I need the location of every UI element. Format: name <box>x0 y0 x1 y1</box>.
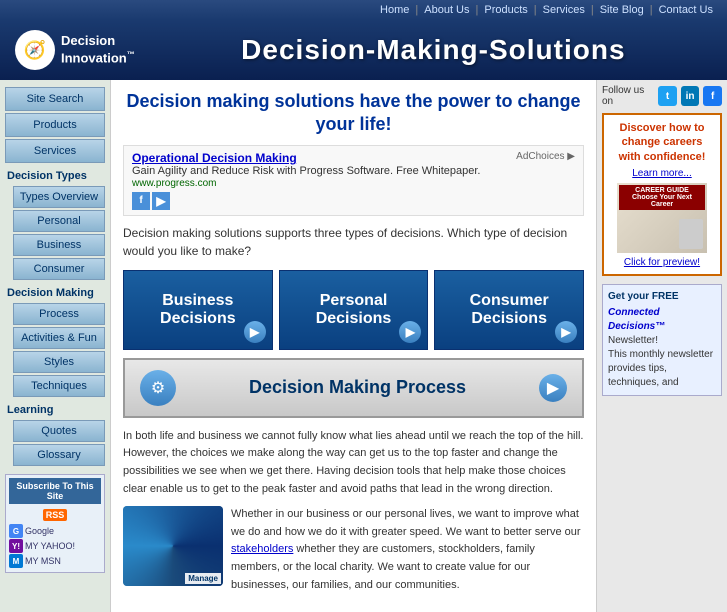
business-decisions-label: BusinessDecisions <box>160 292 236 328</box>
feed-google[interactable]: G Google <box>9 524 101 538</box>
newsletter-brand: Connected Decisions™ <box>608 307 665 332</box>
main-layout: Site Search Products Services Decision T… <box>0 80 727 612</box>
yahoo-icon: Y! <box>9 539 23 553</box>
ad-card-learn-more[interactable]: Learn more... <box>632 168 691 179</box>
header: 🧭 Decision Innovation™ Decision-Making-S… <box>0 20 727 80</box>
personal-decisions-label: PersonalDecisions <box>316 292 392 328</box>
top-nav: Home | About Us | Products | Services | … <box>0 0 727 20</box>
frame-label: Manage <box>185 573 221 584</box>
ad-card: Discover how to change careers with conf… <box>602 113 722 276</box>
nav-about[interactable]: About Us <box>424 4 469 16</box>
ad-arrow-icon[interactable]: ▶ <box>152 192 170 210</box>
ad-facebook-icon[interactable]: f <box>132 192 150 210</box>
process-arrow-icon: ▶ <box>539 374 567 402</box>
consumer-arrow-icon: ▶ <box>555 321 577 343</box>
book-title-label: CAREER GUIDEChoose Your Next Career <box>619 185 705 210</box>
sidebar-link-personal[interactable]: Personal <box>13 210 105 232</box>
sidebar-link-business[interactable]: Business <box>13 234 105 256</box>
newsletter-label: Newsletter! <box>608 335 658 346</box>
consumer-decisions-box[interactable]: ConsumerDecisions ▶ <box>434 270 584 350</box>
nav-home[interactable]: Home <box>380 4 409 16</box>
book-figure <box>679 219 703 249</box>
newsletter-get-free: Get your FREE <box>608 290 716 304</box>
ad-card-preview-link[interactable]: Click for preview! <box>624 257 700 268</box>
bottom-frame: Manage Whether in our business or our pe… <box>123 506 584 602</box>
main-heading: Decision making solutions have the power… <box>123 90 584 137</box>
ad-area: AdChoices ▶ Operational Decision Making … <box>123 145 584 216</box>
process-button[interactable]: ⚙ Decision Making Process ▶ <box>123 358 584 418</box>
newsletter-desc: This monthly newsletter provides tips, t… <box>608 348 716 390</box>
business-decisions-box[interactable]: BusinessDecisions ▶ <box>123 270 273 350</box>
personal-decisions-box[interactable]: PersonalDecisions ▶ <box>279 270 429 350</box>
nav-blog[interactable]: Site Blog <box>600 4 644 16</box>
learning-heading: Learning <box>5 399 105 418</box>
subscribe-label: Subscribe To This Site <box>9 478 101 504</box>
sidebar-link-site-search[interactable]: Site Search <box>5 87 105 111</box>
rss-links: RSS G Google Y! MY YAHOO! M MY MSN <box>9 508 101 568</box>
right-sidebar: Follow us on t in f Discover how to chan… <box>597 80 727 612</box>
ad-card-title: Discover how to change careers with conf… <box>610 121 714 164</box>
sidebar-link-techniques[interactable]: Techniques <box>13 375 105 397</box>
ad-icons: f ▶ <box>132 192 575 210</box>
sidebar-link-quotes[interactable]: Quotes <box>13 420 105 442</box>
sidebar-link-products[interactable]: Products <box>5 113 105 137</box>
frame-image: Manage <box>123 506 223 586</box>
decision-making-heading: Decision Making <box>5 282 105 301</box>
ad-card-image: CAREER GUIDEChoose Your Next Career <box>617 183 707 253</box>
feed-yahoo[interactable]: Y! MY YAHOO! <box>9 539 101 553</box>
sidebar-link-consumer[interactable]: Consumer <box>13 258 105 280</box>
nav-products[interactable]: Products <box>484 4 527 16</box>
nav-contact[interactable]: Contact Us <box>659 4 713 16</box>
sidebar-link-process[interactable]: Process <box>13 303 105 325</box>
main-content: Decision making solutions have the power… <box>110 80 597 612</box>
sidebar-link-glossary[interactable]: Glossary <box>13 444 105 466</box>
left-sidebar: Site Search Products Services Decision T… <box>0 80 110 612</box>
personal-arrow-icon: ▶ <box>399 321 421 343</box>
nav-services[interactable]: Services <box>543 4 585 16</box>
msn-icon: M <box>9 554 23 568</box>
ad-choices: AdChoices ▶ <box>516 151 575 162</box>
follow-us: Follow us on t in f <box>602 85 722 107</box>
sidebar-link-types-overview[interactable]: Types Overview <box>13 186 105 208</box>
linkedin-icon[interactable]: in <box>681 86 700 106</box>
ad-desc: Gain Agility and Reduce Risk with Progre… <box>132 165 481 177</box>
decision-boxes: BusinessDecisions ▶ PersonalDecisions ▶ … <box>123 270 584 350</box>
decision-types-heading: Decision Types <box>5 165 105 184</box>
process-icon: ⚙ <box>140 370 176 406</box>
logo-icon: 🧭 <box>15 30 55 70</box>
process-button-label: Decision Making Process <box>184 377 531 398</box>
follow-us-label: Follow us on <box>602 85 654 107</box>
stakeholders-link[interactable]: stakeholders <box>231 543 293 555</box>
twitter-icon[interactable]: t <box>658 86 677 106</box>
facebook-icon[interactable]: f <box>703 86 722 106</box>
site-title: Decision-Making-Solutions <box>155 34 712 66</box>
subscribe-box: Subscribe To This Site RSS G Google Y! M… <box>5 474 105 573</box>
intro-text: Decision making solutions supports three… <box>123 224 584 260</box>
google-icon: G <box>9 524 23 538</box>
ad-url: www.progress.com <box>132 178 216 189</box>
sidebar-link-activities[interactable]: Activities & Fun <box>13 327 105 349</box>
newsletter-box: Get your FREE Connected Decisions™ Newsl… <box>602 284 722 396</box>
sidebar-link-styles[interactable]: Styles <box>13 351 105 373</box>
logo-text: Decision Innovation™ <box>61 33 135 67</box>
consumer-decisions-label: ConsumerDecisions <box>470 292 549 328</box>
feed-msn[interactable]: M MY MSN <box>9 554 101 568</box>
logo: 🧭 Decision Innovation™ <box>15 30 135 70</box>
sidebar-link-services[interactable]: Services <box>5 139 105 163</box>
rss-badge: RSS <box>43 509 68 521</box>
business-arrow-icon: ▶ <box>244 321 266 343</box>
body-paragraph-1: In both life and business we cannot full… <box>123 428 584 498</box>
ad-link[interactable]: Operational Decision Making <box>132 151 297 165</box>
body-paragraph-2: Whether in our business or our personal … <box>231 506 584 594</box>
